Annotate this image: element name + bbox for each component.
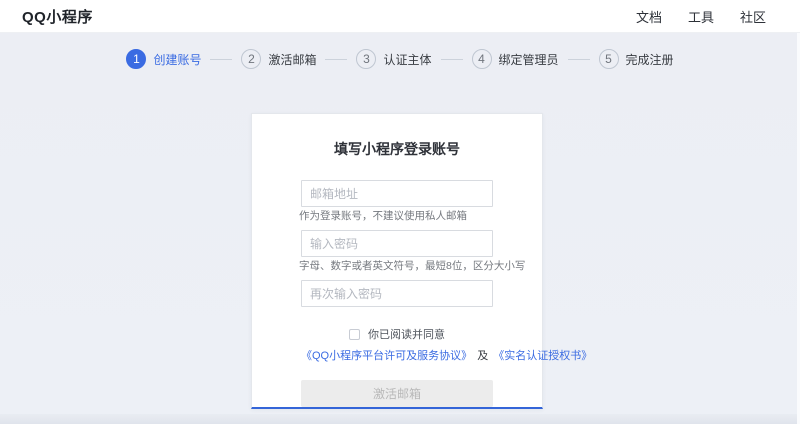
card-title: 填写小程序登录账号 [252,139,542,159]
registration-stepper: 1 创建账号 2 激活邮箱 3 认证主体 4 绑定管理员 5 完成注册 [0,49,800,69]
password-hint: 字母、数字或者英文符号，最短8位，区分大小写 [299,261,493,272]
password-input[interactable] [301,230,493,257]
top-nav: 文档 工具 社区 [610,7,766,26]
step-5-number: 5 [599,49,619,69]
email-field-group: 作为登录账号，不建议使用私人邮箱 [301,180,493,222]
step-4-number: 4 [472,49,492,69]
agreement-row: 你已阅读并同意 [301,326,493,342]
step-connector [568,59,590,60]
agreement-links: 《QQ小程序平台许可及服务协议》 及 《实名认证授权书》 [301,347,493,363]
agreement-conjunction: 及 [477,350,488,362]
step-1-number: 1 [126,49,146,69]
step-create-account: 1 创建账号 [126,49,201,69]
footer-band [0,414,800,424]
step-2-label: 激活邮箱 [268,51,316,68]
step-connector [210,59,232,60]
step-connector [325,59,347,60]
license-agreement-link[interactable]: 《QQ小程序平台许可及服务协议》 [301,350,472,362]
step-2-number: 2 [241,49,261,69]
app-logo[interactable]: QQ小程序 [22,6,93,27]
step-3-label: 认证主体 [383,51,431,68]
confirm-password-field-group [301,280,493,307]
step-5-label: 完成注册 [626,51,674,68]
signup-form: 作为登录账号，不建议使用私人邮箱 字母、数字或者英文符号，最短8位，区分大小写 … [301,180,493,407]
activate-email-button[interactable]: 激活邮箱 [301,380,493,407]
step-verify-subject: 3 认证主体 [356,49,431,69]
email-hint: 作为登录账号，不建议使用私人邮箱 [299,211,493,222]
password-field-group: 字母、数字或者英文符号，最短8位，区分大小写 [301,230,493,272]
confirm-password-input[interactable] [301,280,493,307]
top-header: QQ小程序 文档 工具 社区 [0,0,800,33]
signup-card: 填写小程序登录账号 作为登录账号，不建议使用私人邮箱 字母、数字或者英文符号，最… [251,113,543,409]
agreement-checkbox[interactable] [349,329,360,340]
agreement-label: 你已阅读并同意 [368,326,445,342]
step-activate-email: 2 激活邮箱 [241,49,316,69]
step-3-number: 3 [356,49,376,69]
step-1-label: 创建账号 [153,51,201,68]
step-connector [441,59,463,60]
nav-docs[interactable]: 文档 [636,7,662,26]
email-input[interactable] [301,180,493,207]
step-finish-register: 5 完成注册 [599,49,674,69]
step-4-label: 绑定管理员 [499,51,559,68]
step-bind-admin: 4 绑定管理员 [472,49,559,69]
nav-community[interactable]: 社区 [740,7,766,26]
realname-auth-link[interactable]: 《实名认证授权书》 [493,350,592,362]
nav-tools[interactable]: 工具 [688,7,714,26]
